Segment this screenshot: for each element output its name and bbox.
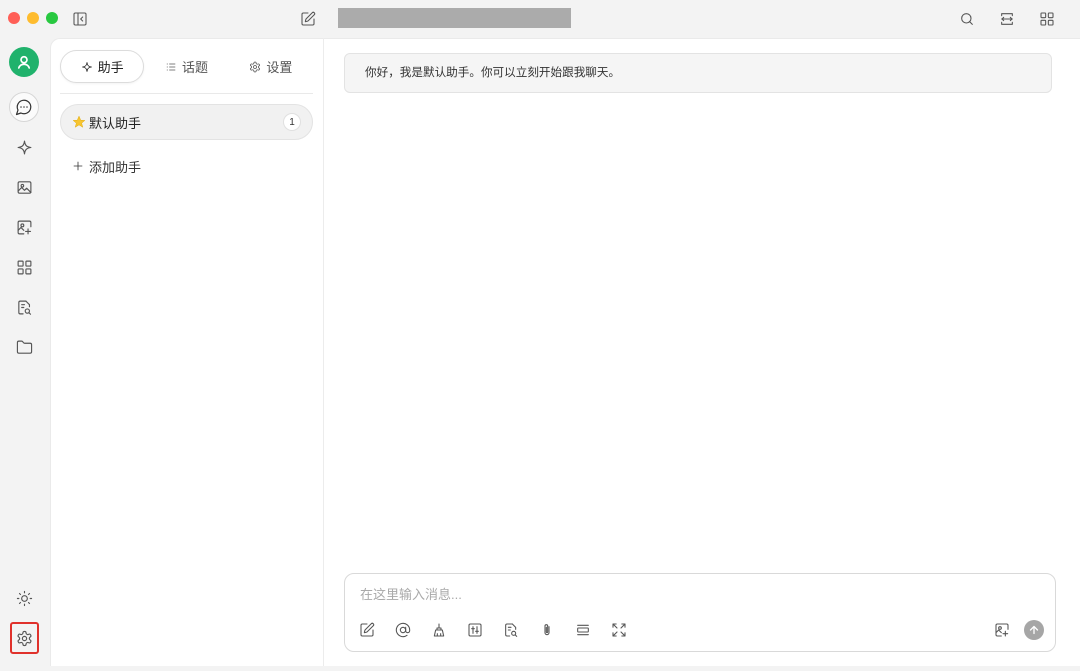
- arrow-up-icon: [1028, 624, 1040, 636]
- title-bar: [0, 0, 1080, 38]
- settings-button[interactable]: [10, 622, 39, 654]
- nav-image-button[interactable]: [9, 172, 39, 202]
- fit-width-icon: [999, 11, 1015, 27]
- image-add-icon: [994, 622, 1010, 638]
- gear-icon: [16, 630, 33, 647]
- tab-label: 助手: [97, 60, 124, 75]
- assistant-name: 默认助手: [89, 115, 142, 131]
- add-assistant-button[interactable]: 添加助手: [72, 155, 141, 177]
- topic-count-badge: 1: [283, 113, 301, 131]
- nav-apps-button[interactable]: [9, 252, 39, 282]
- theme-toggle-button[interactable]: [9, 583, 39, 613]
- tab-topics[interactable]: 话题: [144, 50, 228, 83]
- nav-knowledge-button[interactable]: [9, 292, 39, 322]
- close-window-button[interactable]: [8, 12, 20, 24]
- expand-icon: [611, 622, 627, 638]
- message-input-box: [344, 573, 1056, 652]
- message-text: 你好，我是默认助手。你可以立刻开始跟我聊天。: [365, 66, 621, 79]
- mention-button[interactable]: [391, 618, 415, 642]
- document-search-icon: [503, 622, 519, 638]
- add-assistant-label: 添加助手: [89, 159, 142, 175]
- sparkle-icon: [16, 139, 33, 156]
- assistant-message: 你好，我是默认助手。你可以立刻开始跟我聊天。: [344, 53, 1052, 93]
- tab-label: 设置: [266, 60, 293, 75]
- edit-icon: [300, 11, 316, 27]
- panel-tabs: 助手 话题 设置: [60, 50, 313, 83]
- knowledge-search-button[interactable]: [499, 618, 523, 642]
- nav-files-button[interactable]: [9, 332, 39, 362]
- fit-width-button[interactable]: [997, 9, 1017, 29]
- chat-area: 你好，我是默认助手。你可以立刻开始跟我聊天。: [324, 38, 1080, 666]
- document-search-icon: [16, 299, 33, 316]
- tab-settings[interactable]: 设置: [229, 50, 313, 83]
- folder-icon: [16, 339, 33, 356]
- sliders-icon: [467, 622, 483, 638]
- user-icon: [15, 53, 33, 71]
- user-avatar[interactable]: [9, 47, 39, 77]
- edit-icon: [359, 622, 375, 638]
- at-sign-icon: [395, 622, 411, 638]
- settings-sliders-button[interactable]: [463, 618, 487, 642]
- nav-sidebar: [0, 38, 50, 671]
- expand-input-button[interactable]: [607, 618, 631, 642]
- assistant-panel: 助手 话题 设置 默认助手 1 添加助手: [50, 38, 324, 666]
- input-toolbar: [355, 618, 631, 642]
- sparkle-icon: [81, 61, 93, 73]
- tab-assistants[interactable]: 助手: [60, 50, 145, 83]
- paperclip-icon: [539, 622, 555, 638]
- image-upload-button[interactable]: [990, 618, 1014, 642]
- new-topic-button[interactable]: [355, 618, 379, 642]
- layout-grid-icon: [1039, 11, 1055, 27]
- gear-icon: [249, 61, 261, 73]
- redacted-title-bar: [338, 8, 571, 28]
- panel-divider: [60, 93, 313, 94]
- sidebar-toggle-icon: [72, 11, 88, 27]
- sidebar-toggle-button[interactable]: [70, 9, 90, 29]
- list-icon: [165, 61, 177, 73]
- new-chat-button[interactable]: [298, 9, 318, 29]
- sun-icon: [16, 590, 33, 607]
- nav-chat-button[interactable]: [9, 92, 39, 122]
- layout-grid-button[interactable]: [1037, 9, 1057, 29]
- send-button[interactable]: [1024, 620, 1044, 640]
- tab-label: 话题: [181, 60, 208, 75]
- assistant-item[interactable]: 默认助手 1: [60, 104, 313, 140]
- image-icon: [16, 179, 33, 196]
- search-icon: [959, 11, 975, 27]
- star-icon: [72, 115, 86, 128]
- image-add-icon: [16, 219, 33, 236]
- context-divider-button[interactable]: [571, 618, 595, 642]
- search-button[interactable]: [957, 9, 977, 29]
- nav-agents-button[interactable]: [9, 132, 39, 162]
- minimize-window-button[interactable]: [27, 12, 39, 24]
- broom-icon: [431, 622, 447, 638]
- attach-button[interactable]: [535, 618, 559, 642]
- chat-bubble-icon: [15, 98, 33, 116]
- divider-icon: [575, 622, 591, 638]
- zoom-window-button[interactable]: [46, 12, 58, 24]
- clear-button[interactable]: [427, 618, 451, 642]
- layout-grid-icon: [16, 259, 33, 276]
- plus-icon: [72, 160, 84, 172]
- nav-image-add-button[interactable]: [9, 212, 39, 242]
- message-input[interactable]: [360, 584, 1020, 606]
